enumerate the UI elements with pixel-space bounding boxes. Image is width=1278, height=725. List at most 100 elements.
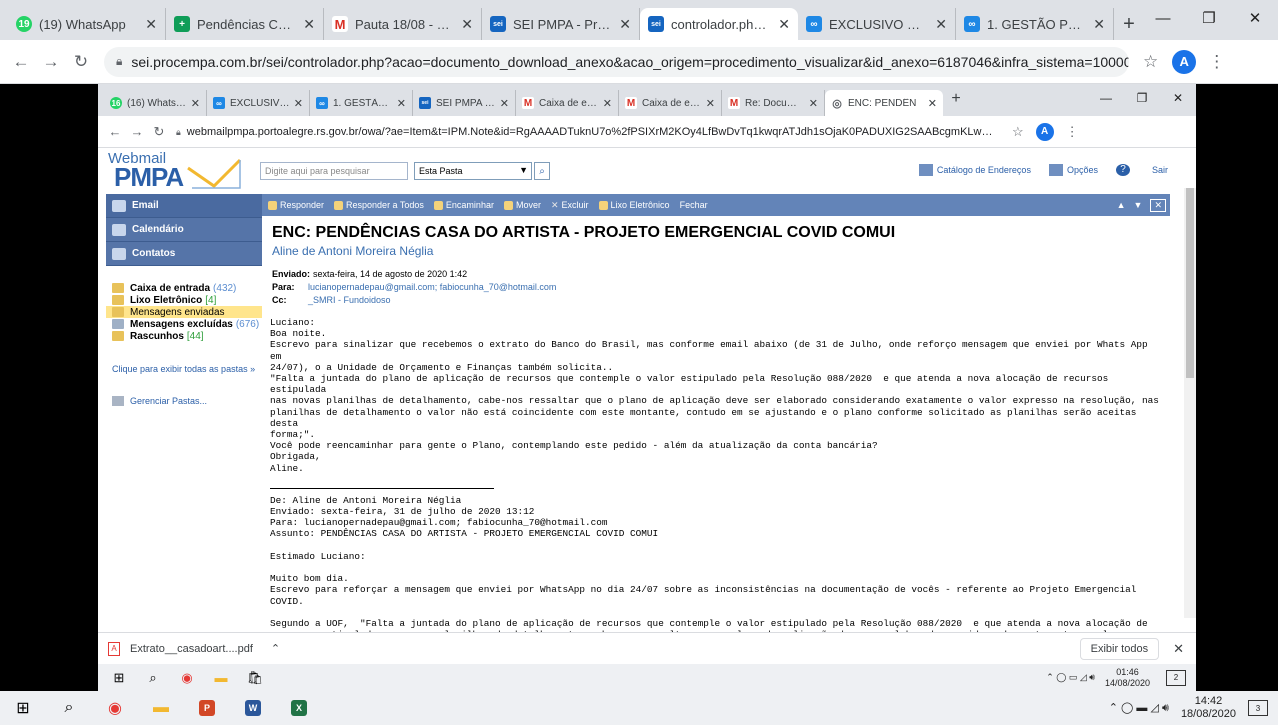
close-tab-icon[interactable]: ✕ (619, 16, 631, 33)
message-sender[interactable]: Aline de Antoni Moreira Néglia (272, 244, 1170, 258)
folder-drafts[interactable]: Rascunhos [44] (106, 330, 262, 342)
show-all-downloads-button[interactable]: Exibir todos (1079, 637, 1160, 660)
forward-icon[interactable]: → (36, 52, 66, 72)
back-icon[interactable]: ← (104, 124, 126, 139)
nav-email[interactable]: Email (106, 194, 262, 218)
notification-icon[interactable]: 3 (1248, 700, 1268, 716)
bookmark-star-icon[interactable]: ☆ (1143, 52, 1158, 72)
folder-sent[interactable]: Mensagens enviadas (106, 306, 262, 318)
bookmark-star-icon[interactable]: ☆ (1012, 124, 1024, 140)
close-tab-icon[interactable]: ✕ (935, 16, 947, 33)
minimize-icon[interactable]: — (1088, 84, 1124, 112)
close-tab-icon[interactable]: ✕ (603, 97, 612, 110)
move-button[interactable]: Mover (503, 200, 541, 210)
search-icon[interactable]: ⌕ (136, 670, 170, 686)
outer-clock[interactable]: 14:42 18/08/2020 (1181, 695, 1236, 721)
outer-tab[interactable]: sei SEI PMPA - Proce ✕ (482, 8, 640, 40)
close-tab-icon[interactable]: ✕ (191, 97, 200, 110)
next-arrow-icon[interactable]: ▼ (1134, 200, 1143, 210)
windows-start-icon[interactable]: ⊞ (0, 691, 46, 725)
show-all-folders-link[interactable]: Clique para exibir todas as pastas » (106, 364, 262, 374)
inner-tab[interactable]: ∞ 1. GESTÃO PLE ✕ (310, 90, 413, 116)
file-explorer-icon[interactable]: ▬ (204, 670, 238, 685)
menu-kebab-icon[interactable]: ⋮ (1066, 124, 1079, 140)
junk-button[interactable]: Lixo Eletrônico (598, 200, 670, 210)
powerpoint-icon[interactable]: P (184, 691, 230, 725)
chrome-icon[interactable]: ◉ (92, 691, 138, 725)
folder-inbox[interactable]: Caixa de entrada (432) (106, 282, 262, 294)
close-window-icon[interactable]: ✕ (1232, 0, 1278, 36)
cc-value[interactable]: _SMRI - Fundoidoso (308, 295, 391, 305)
inner-tab-active[interactable]: ◎ ENC: PENDÊN ✕ (825, 90, 943, 116)
excel-icon[interactable]: X (276, 691, 322, 725)
help-link[interactable]: ? (1115, 164, 1134, 176)
outer-tab[interactable]: ∞ 1. GESTÃO PLENO ✕ (956, 8, 1114, 40)
forward-button[interactable]: Encaminhar (433, 200, 494, 210)
word-icon[interactable]: W (230, 691, 276, 725)
profile-avatar[interactable]: A (1172, 49, 1197, 74)
inner-tab[interactable]: M Caixa de entra ✕ (619, 90, 722, 116)
close-tab-icon[interactable]: ✕ (145, 16, 157, 33)
search-icon[interactable]: ⌕ (46, 691, 92, 725)
store-icon[interactable]: 🛍︎ (238, 670, 272, 686)
new-tab-button[interactable]: + (943, 90, 969, 116)
back-icon[interactable]: ← (6, 52, 36, 72)
profile-avatar[interactable]: A (1035, 122, 1054, 141)
windows-start-icon[interactable]: ⊞ (102, 670, 136, 686)
close-tab-icon[interactable]: ✕ (397, 97, 406, 110)
outer-tab[interactable]: + Pendências CONS ✕ (166, 8, 324, 40)
close-tab-icon[interactable]: ✕ (294, 97, 303, 110)
folder-deleted[interactable]: Mensagens excluídas (676) (106, 318, 262, 330)
to-value[interactable]: lucianopernadepau@gmail.com; fabiocunha_… (308, 282, 556, 292)
inner-tab[interactable]: M Re: Document ✕ (722, 90, 825, 116)
search-scope-select[interactable]: Esta Pasta ▼ (414, 162, 532, 180)
outer-tab[interactable]: 19 (19) WhatsApp ✕ (8, 8, 166, 40)
tray-icons[interactable]: ⌃ ◯ ▬ ◿ 🔊︎ (1109, 701, 1169, 715)
menu-kebab-icon[interactable]: ⋮ (1208, 52, 1225, 72)
close-tab-icon[interactable]: ✕ (303, 16, 315, 33)
reply-all-button[interactable]: Responder a Todos (334, 200, 424, 210)
folder-junk[interactable]: Lixo Eletrônico [4] (106, 294, 262, 306)
close-window-icon[interactable]: ✕ (1160, 84, 1196, 112)
outer-tab[interactable]: ∞ EXCLUSIVO COMU ✕ (798, 8, 956, 40)
logout-link[interactable]: Sair (1152, 165, 1168, 175)
close-tab-icon[interactable]: ✕ (809, 97, 818, 110)
search-input[interactable]: Digite aqui para pesquisar (260, 162, 408, 180)
close-tab-icon[interactable]: ✕ (706, 97, 715, 110)
forward-icon[interactable]: → (126, 124, 148, 139)
search-button[interactable]: ⌕ (534, 162, 550, 180)
reload-icon[interactable]: ↻ (148, 124, 170, 140)
outer-tab-active[interactable]: sei controlador.php (1 ✕ (640, 8, 798, 40)
restore-icon[interactable]: ❐ (1124, 84, 1160, 112)
file-explorer-icon[interactable]: ▬ (138, 691, 184, 725)
tray-icons[interactable]: ⌃ ◯ ▭ ◿ 🔊︎ (1046, 672, 1095, 683)
download-item[interactable]: Extrato__casadoart....pdf (130, 643, 253, 655)
close-tab-icon[interactable]: ✕ (778, 16, 790, 33)
close-pane-icon[interactable]: ✕ (1150, 198, 1166, 212)
manage-folders-link[interactable]: Gerenciar Pastas... (106, 396, 262, 406)
delete-button[interactable]: ✕ Excluir (551, 200, 589, 211)
outer-tab[interactable]: M Pauta 18/08 - ope ✕ (324, 8, 482, 40)
restore-icon[interactable]: ❐ (1186, 0, 1232, 36)
options-link[interactable]: Opções (1048, 164, 1098, 176)
close-tab-icon[interactable]: ✕ (500, 97, 509, 110)
minimize-icon[interactable]: — (1140, 0, 1186, 36)
chevron-up-icon[interactable]: ⌃ (271, 642, 280, 655)
address-book-link[interactable]: Catálogo de Endereços (918, 164, 1031, 176)
close-tab-icon[interactable]: ✕ (928, 97, 937, 110)
inner-tab[interactable]: sei SEI PMPA - Pr ✕ (413, 90, 516, 116)
scrollbar[interactable] (1184, 188, 1196, 618)
nav-contacts[interactable]: Contatos (106, 242, 262, 266)
notification-icon[interactable]: 2 (1166, 669, 1186, 686)
inner-tab[interactable]: M Caixa de entra ✕ (516, 90, 619, 116)
reload-icon[interactable]: ↻ (66, 52, 96, 72)
close-tab-icon[interactable]: ✕ (461, 16, 473, 33)
nav-calendar[interactable]: Calendário (106, 218, 262, 242)
chrome-icon[interactable]: ◉ (170, 670, 204, 686)
close-download-bar-icon[interactable]: ✕ (1173, 641, 1184, 657)
url-field[interactable]: 🔒︎ sei.procempa.com.br/sei/controlador.ph… (104, 46, 1129, 77)
scrollbar-thumb[interactable] (1186, 188, 1194, 378)
prev-arrow-icon[interactable]: ▲ (1117, 200, 1126, 210)
inner-tab[interactable]: 16 (16) WhatsApp ✕ (104, 90, 207, 116)
reply-button[interactable]: Responder (268, 200, 324, 210)
